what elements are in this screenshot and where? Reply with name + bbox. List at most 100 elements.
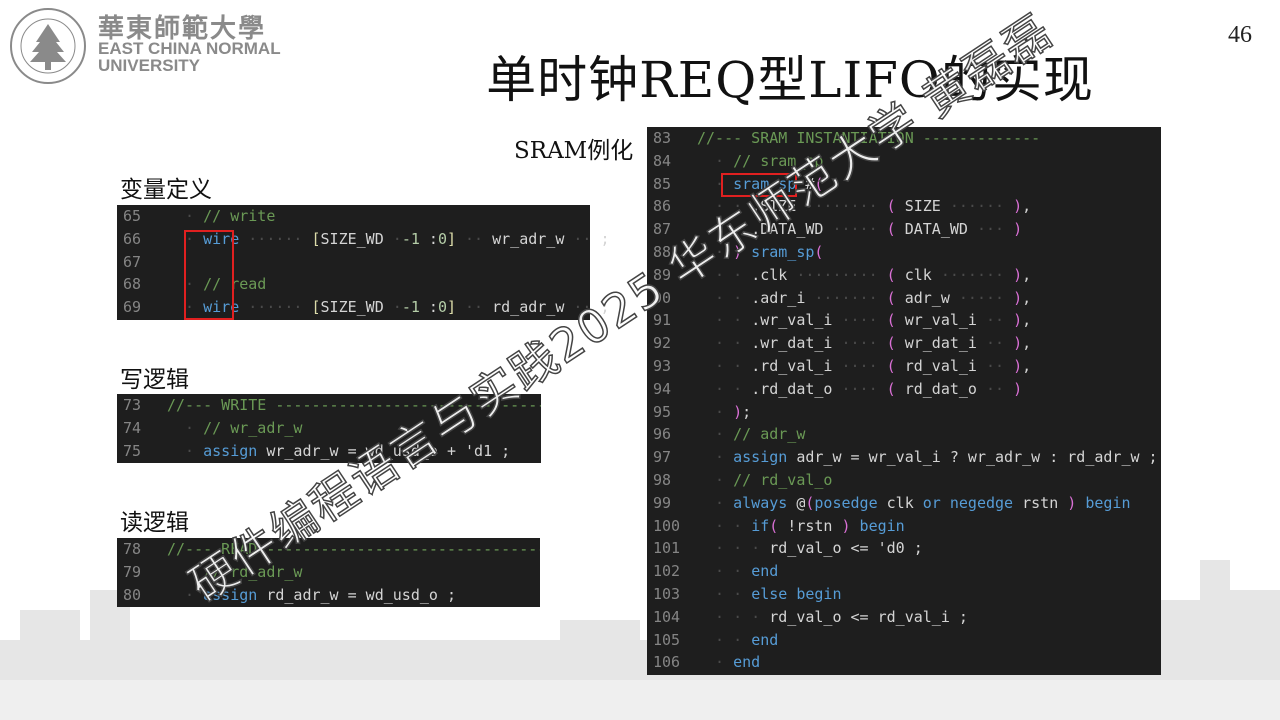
code-token: ··: [976, 379, 1014, 398]
code-token: ······: [239, 298, 312, 317]
code-token: begin: [850, 516, 905, 535]
code-token: adr_w: [895, 288, 950, 307]
code-token: 0: [437, 229, 447, 248]
code-token: (: [886, 288, 896, 307]
line-number: 78: [123, 540, 142, 558]
line-number: 102: [653, 562, 681, 581]
code-token: begin: [787, 584, 842, 603]
code-token: .rd_val_i: [751, 356, 833, 375]
code-token: .wr_dat_i: [751, 334, 833, 353]
code-token: ,: [1022, 288, 1032, 307]
line-number: 101: [653, 539, 681, 558]
code-token: · ·: [697, 562, 752, 581]
code-token: assign: [203, 441, 258, 460]
code-line: 98 · // rd_val_o: [647, 469, 1161, 492]
code-token: :: [428, 298, 438, 317]
code-token: // write: [203, 207, 276, 225]
code-token: ·: [697, 151, 734, 170]
code-text: · · else begin: [697, 583, 842, 606]
code-token: ,: [1022, 356, 1032, 375]
line-number: 65: [123, 207, 142, 225]
code-text: · assign adr_w = wr_val_i ? wr_adr_w : r…: [697, 446, 1158, 469]
code-token: adr_w = wr_val_i ? wr_adr_w : rd_adr_w ;: [787, 448, 1158, 467]
code-token: !rstn: [778, 516, 842, 535]
code-line: 103 · · else begin: [647, 583, 1161, 606]
code-line: 95 · );: [647, 401, 1161, 424]
code-token: ··: [976, 311, 1014, 330]
code-token: ·····: [823, 220, 887, 239]
code-panel-read: 78//--- READ ---------------------------…: [117, 538, 540, 607]
code-token: @: [787, 493, 806, 512]
code-text: · // wr_adr_w: [167, 417, 302, 440]
code-token: wr_dat_i: [895, 334, 977, 353]
code-text: · · .wr_val_i ···· ( wr_val_i ·· ),: [697, 309, 1031, 332]
code-token: ·: [392, 298, 402, 317]
code-token: · ·: [697, 334, 752, 353]
code-line: 106 · end: [647, 651, 1161, 674]
code-token: (: [886, 356, 896, 375]
code-token: SIZE: [895, 197, 941, 216]
code-token: DATA_WD: [895, 220, 968, 239]
line-number: 93: [653, 356, 672, 375]
line-number: 75: [123, 441, 142, 460]
code-token: ): [1013, 220, 1023, 239]
code-token: ·····: [949, 288, 1014, 307]
code-text: · · .rd_dat_o ···· ( rd_dat_o ·· ): [697, 378, 1022, 401]
line-number: 97: [653, 448, 672, 467]
code-token: posedge: [814, 493, 878, 512]
code-token: wr_adr_w: [492, 229, 565, 248]
slide-title: 单时钟REQ型LIFO的实现: [486, 51, 1094, 109]
code-token: begin: [1076, 493, 1131, 512]
code-text: · // write: [167, 205, 275, 228]
code-token: ): [841, 516, 851, 535]
code-token: (: [886, 265, 896, 284]
code-text: · // rd_val_o: [697, 469, 832, 492]
code-token: ): [1013, 356, 1023, 375]
code-token: (: [886, 334, 896, 353]
line-number: 74: [123, 418, 142, 437]
code-token: else: [751, 584, 788, 603]
code-text: · );: [697, 401, 751, 424]
code-line: 65 · // write: [117, 205, 590, 228]
code-line: 97 · assign adr_w = wr_val_i ? wr_adr_w …: [647, 446, 1161, 469]
code-token: ): [1013, 379, 1023, 398]
code-token: ··: [456, 229, 493, 248]
line-number: 106: [653, 653, 681, 672]
code-token: rd_val_o <= 'd0 ;: [769, 539, 923, 558]
code-token: ·: [392, 229, 402, 248]
code-token: ··: [456, 298, 493, 317]
code-token: · ·: [697, 356, 752, 375]
code-text: · · .clk ········· ( clk ······· ),: [697, 264, 1031, 287]
code-token: ····: [832, 356, 887, 375]
code-token: // rd_val_o: [733, 470, 833, 489]
code-token: ·: [697, 425, 734, 444]
code-token: rd_adr_w = wd_usd_o ;: [257, 585, 456, 604]
code-token: · ·: [697, 379, 752, 398]
code-token: end: [751, 630, 779, 649]
code-token: ·······: [805, 288, 887, 307]
code-token: ,: [1022, 265, 1032, 284]
code-token: · ·: [697, 516, 752, 535]
code-token: .wr_val_i: [751, 311, 833, 330]
code-token: clk: [877, 493, 923, 512]
code-token: clk: [895, 265, 932, 284]
code-text: · · · rd_val_o <= 'd0 ;: [697, 537, 923, 560]
code-text: · // adr_w: [697, 423, 805, 446]
code-token: ): [1013, 288, 1023, 307]
label-write: 写逻辑: [120, 367, 189, 393]
code-token: (: [886, 311, 896, 330]
code-text: · · · rd_val_o <= rd_val_i ;: [697, 606, 968, 629]
line-number: 98: [653, 470, 672, 489]
code-text: · · .adr_i ······· ( adr_w ····· ),: [697, 287, 1031, 310]
code-token: ····: [832, 379, 887, 398]
code-token: ): [1067, 493, 1077, 512]
code-text: · · if( !rstn ) begin: [697, 515, 905, 538]
line-number: 95: [653, 402, 672, 421]
code-token: · ·: [697, 630, 752, 649]
code-token: -1: [401, 229, 429, 248]
line-number: 68: [123, 275, 142, 294]
line-number: 79: [123, 562, 142, 581]
code-token: · ·: [697, 311, 752, 330]
code-text: · · end: [697, 629, 778, 652]
code-token: rd_val_o <= rd_val_i ;: [769, 607, 968, 626]
